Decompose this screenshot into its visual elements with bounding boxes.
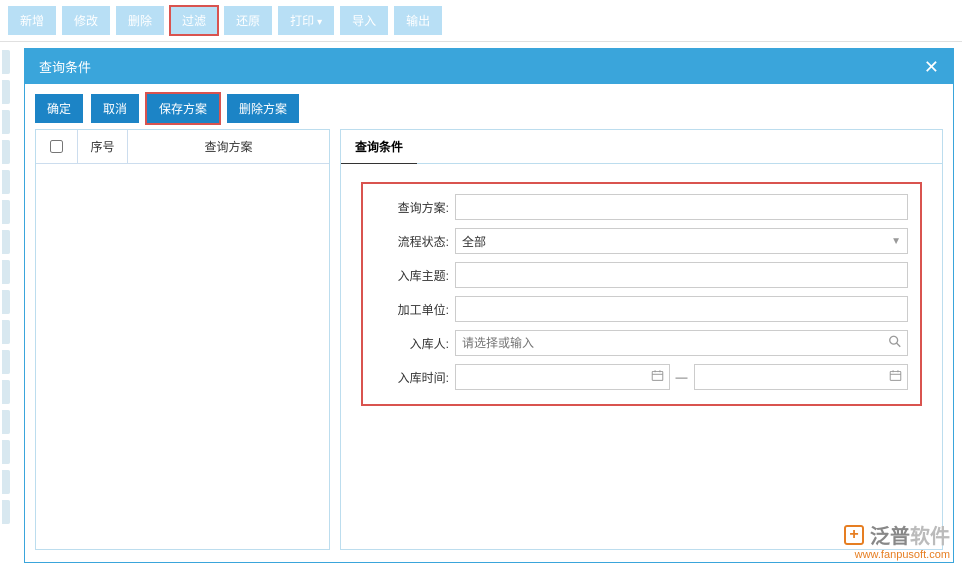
export-button[interactable]: 输出 <box>394 6 442 35</box>
import-button[interactable]: 导入 <box>340 6 388 35</box>
cancel-button[interactable]: 取消 <box>91 94 139 123</box>
modal-body: 序号 查询方案 查询条件 查询方案: 流程状态: <box>25 129 953 562</box>
query-modal: 查询条件 ✕ 确定 取消 保存方案 删除方案 序号 查询方案 查询条件 <box>24 48 954 563</box>
modal-header: 查询条件 ✕ <box>25 49 953 84</box>
modal-title: 查询条件 <box>39 57 91 76</box>
search-icon[interactable] <box>888 335 902 352</box>
new-button[interactable]: 新增 <box>8 6 56 35</box>
form-area: 查询方案: 流程状态: 全部 ▼ <box>341 164 942 424</box>
form-panel: 查询条件 查询方案: 流程状态: 全部 <box>340 129 943 550</box>
subject-input[interactable] <box>455 262 908 288</box>
scheme-header: 查询方案 <box>128 130 329 163</box>
brand-text-1: 泛普 <box>870 526 910 548</box>
person-label: 入库人: <box>375 335 455 352</box>
scheme-input[interactable] <box>455 194 908 220</box>
status-value: 全部 <box>462 233 486 250</box>
restore-button[interactable]: 还原 <box>224 6 272 35</box>
seq-header: 序号 <box>78 130 128 163</box>
date-range-separator: — <box>674 370 690 384</box>
time-label: 入库时间: <box>375 369 455 386</box>
watermark: + 泛普软件 www.fanpusoft.com <box>844 520 950 561</box>
person-input[interactable] <box>455 330 908 356</box>
tab-underline <box>417 130 942 164</box>
scheme-label: 查询方案: <box>375 199 455 216</box>
unit-input[interactable] <box>455 296 908 322</box>
close-icon[interactable]: ✕ <box>924 58 939 76</box>
unit-label: 加工单位: <box>375 301 455 318</box>
print-button[interactable]: 打印 <box>278 6 334 35</box>
date-from-input[interactable] <box>455 364 670 390</box>
grid-header: 序号 查询方案 <box>36 130 329 164</box>
modal-toolbar: 确定 取消 保存方案 删除方案 <box>25 84 953 129</box>
brand-text-2: 软件 <box>910 526 950 548</box>
chevron-down-icon: ▼ <box>891 236 901 247</box>
subject-label: 入库主题: <box>375 267 455 284</box>
logo-icon: + <box>844 525 864 545</box>
scheme-list-panel: 序号 查询方案 <box>35 129 330 550</box>
checkbox-header <box>36 130 78 163</box>
tab-query-conditions[interactable]: 查询条件 <box>341 130 417 164</box>
delete-scheme-button[interactable]: 删除方案 <box>227 94 299 123</box>
edit-button[interactable]: 修改 <box>62 6 110 35</box>
delete-button[interactable]: 删除 <box>116 6 164 35</box>
top-toolbar: 新增 修改 删除 过滤 还原 打印 导入 输出 <box>0 0 962 42</box>
brand-url: www.fanpusoft.com <box>844 549 950 561</box>
status-label: 流程状态: <box>375 233 455 250</box>
status-select[interactable]: 全部 ▼ <box>455 228 908 254</box>
select-all-checkbox[interactable] <box>50 140 63 153</box>
side-stripes <box>2 50 10 530</box>
form-box: 查询方案: 流程状态: 全部 ▼ <box>361 182 922 406</box>
save-scheme-button[interactable]: 保存方案 <box>147 94 219 123</box>
filter-button[interactable]: 过滤 <box>170 6 218 35</box>
date-to-input[interactable] <box>694 364 909 390</box>
confirm-button[interactable]: 确定 <box>35 94 83 123</box>
tab-bar: 查询条件 <box>341 130 942 164</box>
